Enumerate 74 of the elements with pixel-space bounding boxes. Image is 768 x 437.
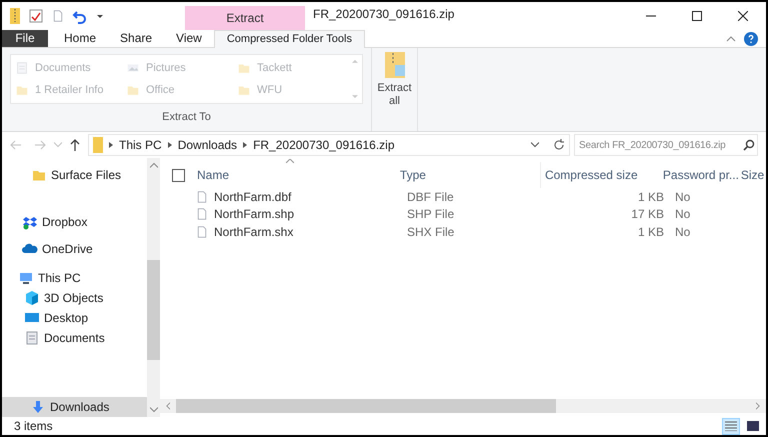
ribbon-tab[interactable]: Share: [108, 30, 164, 47]
download-icon: [30, 399, 46, 415]
nav-item[interactable]: 3D Objects: [2, 288, 147, 308]
nav-item[interactable]: This PC: [2, 268, 147, 288]
select-all-checkbox[interactable]: [172, 168, 185, 182]
zip-folder-icon: [93, 137, 103, 153]
docs-icon: [15, 61, 29, 75]
column-header[interactable]: Type: [396, 162, 541, 188]
table-cell-text: SHP File: [406, 206, 456, 224]
horizontal-scrollbar[interactable]: [160, 399, 766, 413]
zip-folder-icon: [384, 52, 404, 78]
ribbon-tab[interactable]: Compressed Folder Tools: [214, 30, 365, 48]
breadcrumb[interactable]: This PC: [119, 136, 162, 154]
group-label: Extract To: [161, 110, 212, 124]
column-header[interactable]: Size: [736, 162, 766, 188]
context-tab-header: Extract: [185, 6, 305, 30]
table-cell-text: 1 KB: [636, 188, 664, 206]
address-field[interactable]: This PC Downloads FR_20200730_091616.zip: [88, 134, 570, 156]
file-icon: [196, 206, 208, 222]
pc-icon: [18, 270, 34, 286]
chevron-icon: [168, 142, 172, 148]
breadcrumb[interactable]: FR_20200730_091616.zip: [253, 136, 395, 154]
sort-caret-icon: [286, 159, 294, 163]
details-view-button[interactable]: [722, 418, 740, 434]
docs-icon: [24, 330, 40, 346]
up-arrow-icon[interactable]: [70, 139, 80, 151]
table-cell[interactable]: NorthFarm.shp: [214, 205, 294, 224]
column-header[interactable]: Compressed size: [540, 162, 659, 188]
table-cell-text: No: [675, 224, 690, 241]
table-cell[interactable]: NorthFarm.shx: [214, 222, 294, 241]
chevron-icon: [109, 142, 113, 148]
column-header[interactable]: Password pr...: [658, 162, 737, 188]
scroll-up-icon[interactable]: [150, 162, 158, 168]
ribbon-tab[interactable]: View: [164, 30, 214, 47]
cube-icon: [24, 290, 40, 306]
table-cell-text: SHX File: [406, 224, 456, 241]
column-header[interactable]: Name: [193, 162, 396, 188]
table-cell[interactable]: NorthFarm.dbf: [214, 188, 292, 206]
table-cell-text: No: [675, 206, 690, 224]
table-cell-text: 17 KB: [630, 206, 664, 224]
nav-item[interactable]: Surface Files: [2, 165, 147, 185]
file-icon: [196, 188, 208, 205]
collapse-ribbon-icon[interactable]: [726, 36, 736, 42]
nav-item[interactable]: Documents: [2, 328, 147, 348]
ribbon-tab[interactable]: File: [2, 30, 48, 47]
close-icon: [738, 11, 748, 21]
ribbon-tab[interactable]: Home: [52, 30, 108, 47]
zip-folder-icon[interactable]: [10, 8, 20, 24]
dropbox-icon: [22, 214, 38, 230]
nav-item[interactable]: Desktop: [2, 308, 147, 328]
refresh-icon[interactable]: [553, 139, 565, 151]
table-cell-text: 1 KB: [636, 224, 664, 241]
window-title: FR_20200730_091616.zip: [312, 6, 454, 23]
maximize-icon: [692, 11, 702, 21]
table-cell-text: DBF File: [406, 188, 455, 206]
scroll-left-icon[interactable]: [166, 402, 170, 410]
dropdown-caret-icon[interactable]: [96, 12, 104, 20]
nav-item[interactable]: Downloads: [2, 397, 147, 417]
status-text: 3 items: [14, 418, 53, 435]
nav-item[interactable]: OneDrive: [2, 239, 147, 259]
file-icon: [196, 224, 208, 240]
sidebar-scrollbar[interactable]: [147, 158, 160, 417]
dropdown-caret-icon[interactable]: [531, 142, 539, 148]
help-icon[interactable]: [744, 32, 758, 46]
nav-item[interactable]: Dropbox: [2, 212, 147, 232]
chevron-icon: [243, 142, 248, 148]
extract-all-button[interactable]: Extract all: [372, 48, 418, 131]
search-field[interactable]: Search FR_20200730_091616.zip: [574, 134, 758, 156]
scroll-down-icon[interactable]: [150, 407, 158, 413]
table-cell-text: No: [675, 188, 690, 206]
search-icon: [743, 139, 755, 151]
scroll-right-icon[interactable]: [756, 402, 760, 410]
properties-icon[interactable]: [28, 8, 44, 24]
breadcrumb[interactable]: Downloads: [178, 136, 238, 154]
